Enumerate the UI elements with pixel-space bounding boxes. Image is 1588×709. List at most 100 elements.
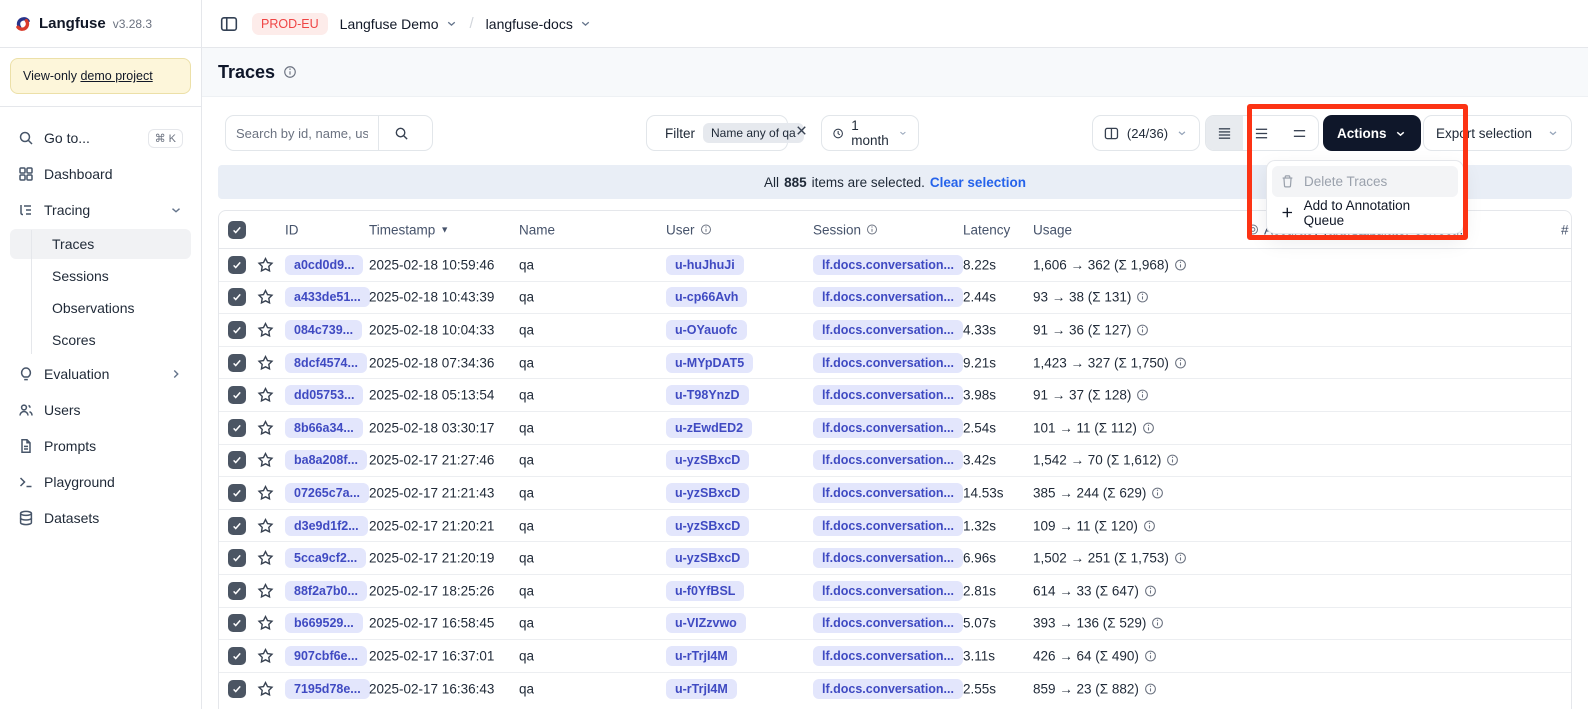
star-toggle[interactable] [257,419,274,436]
row-checkbox[interactable] [228,321,246,339]
trace-id-badge[interactable]: ba8a208f... [285,450,367,470]
trace-id-badge[interactable]: 5cca9cf2... [285,548,366,568]
row-checkbox[interactable] [228,256,246,274]
user-badge[interactable]: u-rTrjI4M [666,679,737,699]
sidebar-item-tracing[interactable]: Tracing [10,193,191,227]
star-toggle[interactable] [257,321,274,338]
export-selection-button[interactable]: Export selection [1423,115,1572,151]
info-icon[interactable] [283,65,297,79]
trace-id-badge[interactable]: b669529... [285,613,363,633]
info-icon[interactable] [1174,356,1187,369]
sidebar-item-evaluation[interactable]: Evaluation [10,357,191,391]
header-user[interactable]: User [666,222,712,237]
user-badge[interactable]: u-yzSBxcD [666,483,749,503]
sidebar-toggle-icon[interactable] [218,13,240,35]
header-id[interactable]: ID [285,222,299,237]
session-badge[interactable]: lf.docs.conversation... [813,287,963,307]
session-badge[interactable]: lf.docs.conversation... [813,613,963,633]
filter-button[interactable]: Filter Name any of qa [646,115,788,151]
trace-id-badge[interactable]: 8dcf4574... [285,353,367,373]
session-badge[interactable]: lf.docs.conversation... [813,581,963,601]
user-badge[interactable]: u-yzSBxcD [666,516,749,536]
sidebar-item-datasets[interactable]: Datasets [10,501,191,535]
star-toggle[interactable] [257,484,274,501]
session-badge[interactable]: lf.docs.conversation... [813,516,963,536]
sidebar-item-users[interactable]: Users [10,393,191,427]
info-icon[interactable] [1166,454,1179,467]
row-checkbox[interactable] [228,549,246,567]
session-badge[interactable]: lf.docs.conversation... [813,483,963,503]
clear-selection-link[interactable]: Clear selection [930,175,1026,190]
row-checkbox[interactable] [228,614,246,632]
trace-id-badge[interactable]: 7195d78e... [285,679,370,699]
star-toggle[interactable] [257,582,274,599]
session-badge[interactable]: lf.docs.conversation... [813,679,963,699]
star-toggle[interactable] [257,517,274,534]
info-icon[interactable] [1144,649,1157,662]
info-icon[interactable] [1174,552,1187,565]
header-truncated[interactable]: # c [1561,222,1572,237]
row-height-small-button[interactable] [1206,116,1243,150]
search-input[interactable] [226,126,378,141]
row-checkbox[interactable] [228,517,246,535]
info-icon[interactable] [1174,258,1187,271]
info-icon[interactable] [1136,291,1149,304]
sidebar-item-goto[interactable]: Go to... ⌘ K [10,121,191,155]
trace-id-badge[interactable]: dd05753... [285,385,363,405]
session-badge[interactable]: lf.docs.conversation... [813,353,963,373]
star-toggle[interactable] [257,387,274,404]
demo-project-link[interactable]: demo project [80,69,152,83]
header-usage[interactable]: Usage [1033,222,1072,237]
info-icon[interactable] [1151,486,1164,499]
row-checkbox[interactable] [228,647,246,665]
menu-item-delete-traces[interactable]: Delete Traces [1272,166,1458,197]
sidebar-item-scores[interactable]: Scores [10,325,191,355]
time-range-selector[interactable]: 1 month [821,115,919,151]
trace-id-badge[interactable]: a0cd0d9... [285,255,363,275]
star-toggle[interactable] [257,550,274,567]
row-checkbox[interactable] [228,288,246,306]
user-badge[interactable]: u-yzSBxcD [666,450,749,470]
sidebar-item-traces[interactable]: Traces [10,229,191,259]
trace-id-badge[interactable]: 07265c7a... [285,483,369,503]
sidebar-item-dashboard[interactable]: Dashboard [10,157,191,191]
row-checkbox[interactable] [228,386,246,404]
session-badge[interactable]: lf.docs.conversation... [813,320,963,340]
column-visibility-button[interactable]: (24/36) [1092,115,1200,151]
star-toggle[interactable] [257,452,274,469]
select-all-checkbox[interactable] [228,221,246,239]
user-badge[interactable]: u-VIZzvwo [666,613,746,633]
session-badge[interactable]: lf.docs.conversation... [813,646,963,666]
user-badge[interactable]: u-MYpDAT5 [666,353,753,373]
trace-id-badge[interactable]: 084c739... [285,320,362,340]
row-checkbox[interactable] [228,354,246,372]
sidebar-item-prompts[interactable]: Prompts [10,429,191,463]
trace-id-badge[interactable]: d3e9d1f2... [285,516,368,536]
info-icon[interactable] [1136,389,1149,402]
session-badge[interactable]: lf.docs.conversation... [813,548,963,568]
row-height-large-button[interactable] [1281,116,1318,150]
star-toggle[interactable] [257,647,274,664]
user-badge[interactable]: u-f0YfBSL [666,581,744,601]
row-checkbox[interactable] [228,451,246,469]
header-session[interactable]: Session [813,222,878,237]
user-badge[interactable]: u-T98YnzD [666,385,749,405]
session-badge[interactable]: lf.docs.conversation... [813,418,963,438]
star-toggle[interactable] [257,681,274,698]
user-badge[interactable]: u-cp66Avh [666,287,747,307]
trace-id-badge[interactable]: a433de51... [285,287,370,307]
info-icon[interactable] [1151,617,1164,630]
star-toggle[interactable] [257,256,274,273]
trace-id-badge[interactable]: 88f2a7b0... [285,581,367,601]
session-badge[interactable]: lf.docs.conversation... [813,450,963,470]
menu-item-add-to-annotation-queue[interactable]: Add to Annotation Queue [1272,197,1458,228]
row-height-medium-button[interactable] [1243,116,1280,150]
trace-id-badge[interactable]: 8b66a34... [285,418,363,438]
header-latency[interactable]: Latency [963,222,1010,237]
info-icon[interactable] [1144,683,1157,696]
user-badge[interactable]: u-zEwdED2 [666,418,752,438]
star-toggle[interactable] [257,354,274,371]
session-badge[interactable]: lf.docs.conversation... [813,255,963,275]
info-icon[interactable] [1143,519,1156,532]
session-badge[interactable]: lf.docs.conversation... [813,385,963,405]
